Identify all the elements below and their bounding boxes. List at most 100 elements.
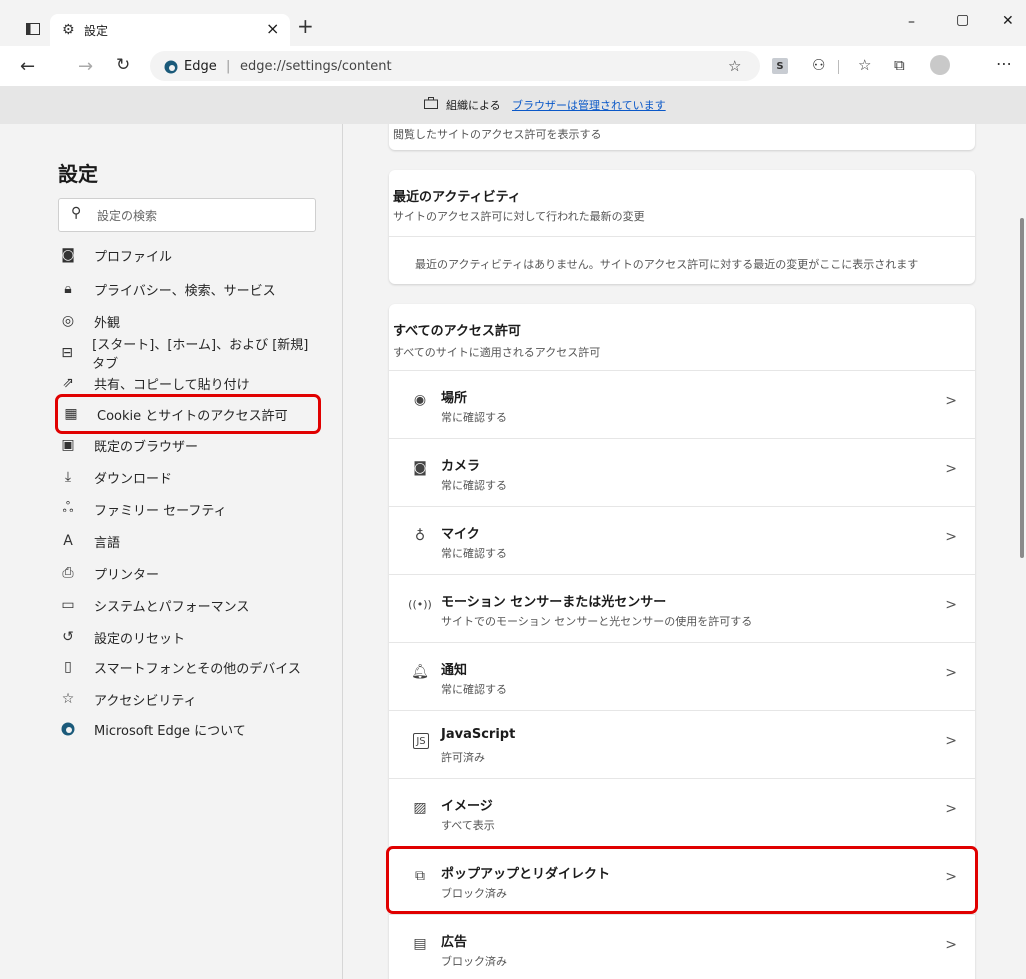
sidebar-item-downloads[interactable]: ⤓ ダウンロード (58, 462, 316, 492)
chevron-right-icon: > (945, 597, 957, 613)
permission-row-images[interactable]: ▨ イメージ すべて表示 > (389, 778, 975, 847)
search-input[interactable]: ⚲ 設定の検索 (58, 198, 316, 232)
sidebar-item-privacy[interactable]: 🔒︎ プライバシー、検索、サービス (58, 274, 316, 304)
scrollbar-thumb[interactable] (1020, 218, 1024, 558)
permission-row-javascript[interactable]: JS JavaScript 許可済み > (389, 710, 975, 779)
permission-title: 場所 (441, 391, 468, 406)
permission-status: 許可済み (441, 751, 485, 764)
tab-title: 設定 (84, 24, 109, 38)
sidebar-item-label: プライバシー、検索、サービス (94, 283, 276, 299)
sidebar-item-cookies[interactable]: ▦ Cookie とサイトのアクセス許可 (55, 394, 321, 434)
permission-title: 通知 (441, 663, 468, 678)
permission-status: 常に確認する (441, 547, 507, 560)
collections-icon[interactable]: ⧉ (894, 56, 905, 74)
address-divider: | (226, 59, 231, 74)
permission-row-motion-sensors[interactable]: ((•)) モーション センサーまたは光センサー サイトでのモーション センサー… (389, 574, 975, 643)
address-site-label: Edge (184, 59, 217, 74)
camera-icon: ◙ (413, 460, 427, 476)
sidebar-item-family[interactable]: ஃ ファミリー セーフティ (58, 494, 316, 524)
recent-activity-card: 最近のアクティビティ サイトのアクセス許可に対して行われた最新の変更 最近のアク… (389, 170, 975, 284)
permission-status: 常に確認する (441, 479, 507, 492)
sensor-icon: ((•)) (408, 597, 432, 611)
add-favorite-icon[interactable]: ☆ (728, 57, 741, 75)
all-permissions-title: すべてのアクセス許可 (393, 324, 521, 339)
permission-row-camera[interactable]: ◙ カメラ 常に確認する > (389, 438, 975, 507)
main-content: 閲覧したサイトのアクセス許可を表示する 最近のアクティビティ サイトのアクセス許… (343, 124, 1026, 979)
chevron-right-icon: > (945, 937, 957, 953)
image-icon: ▨ (413, 800, 427, 816)
sidebar-item-label: プロファイル (94, 249, 173, 265)
managed-banner: 組織による ブラウザーは管理されています (0, 86, 1026, 125)
permission-title: 広告 (441, 935, 468, 950)
chevron-right-icon: > (945, 393, 957, 409)
sidebar-item-label: アクセシビリティ (94, 693, 197, 709)
bell-icon: 🔔︎ (411, 664, 429, 680)
accessibility-icon: ☆ (61, 691, 75, 707)
reset-icon: ↺ (62, 629, 74, 645)
sidebar-item-label: 既定のブラウザー (94, 439, 199, 455)
chevron-right-icon: > (945, 461, 957, 477)
lock-icon: 🔒︎ (64, 281, 72, 297)
sidebar-item-accessibility[interactable]: ☆ アクセシビリティ (58, 684, 316, 714)
tab-settings[interactable]: ⚙ 設定 × (50, 14, 290, 46)
permission-row-ads[interactable]: ▤ 広告 ブロック済み > (389, 914, 975, 979)
chevron-right-icon: > (945, 801, 957, 817)
more-menu-icon[interactable]: ⋯ (996, 54, 1012, 73)
refresh-icon[interactable]: ↻ (116, 55, 130, 75)
new-tab-page-icon: ⊟ (61, 345, 73, 361)
managed-link[interactable]: ブラウザーは管理されています (512, 97, 666, 113)
sidebar-item-about[interactable]: Microsoft Edge について (58, 714, 316, 744)
edge-logo-icon (58, 719, 78, 739)
share-icon: ⇗ (62, 375, 74, 391)
back-arrow-icon[interactable]: ← (20, 56, 35, 77)
palette-icon: ◎ (61, 313, 75, 329)
permission-title: カメラ (441, 459, 481, 474)
sidebar-item-start-home[interactable]: ⊟ [スタート]、[ホーム]、および [新規] タブ (58, 338, 316, 372)
all-permissions-subtitle: すべてのサイトに適用されるアクセス許可 (393, 346, 601, 359)
permission-status: ブロック済み (441, 955, 507, 968)
recent-activity-title: 最近のアクティビティ (393, 190, 521, 205)
permission-status: 常に確認する (441, 411, 507, 424)
sidebar-item-languages[interactable]: A 言語 (58, 526, 316, 556)
extension-s-icon[interactable]: S (772, 58, 788, 74)
recent-activity-subtitle: サイトのアクセス許可に対して行われた最新の変更 (393, 210, 645, 223)
permission-row-location[interactable]: ◉ 場所 常に確認する > (389, 370, 975, 439)
extensions-icon[interactable]: ⚇ (812, 56, 825, 74)
sidebar-item-phone[interactable]: ▯ スマートフォンとその他のデバイス (58, 652, 316, 682)
site-permissions-card[interactable]: 閲覧したサイトのアクセス許可を表示する (389, 124, 975, 150)
new-tab-button[interactable]: + (297, 14, 314, 38)
chevron-right-icon: > (945, 665, 957, 681)
favorites-icon[interactable]: ☆ (858, 56, 871, 74)
default-browser-icon: ▣ (61, 437, 75, 453)
maximize-button[interactable]: ▢ (956, 12, 969, 28)
popup-row-highlight (386, 846, 978, 914)
profile-icon: ◙ (61, 247, 75, 263)
recent-activity-empty: 最近のアクティビティはありません。サイトのアクセス許可に対する最近の変更がここに… (415, 258, 919, 271)
sidebar-item-reset[interactable]: ↺ 設定のリセット (58, 622, 316, 652)
sidebar-item-profile[interactable]: ◙ プロファイル (58, 240, 316, 270)
permission-status: すべて表示 (441, 819, 495, 832)
tab-close-button[interactable]: × (266, 19, 279, 38)
sidebar-item-label: ダウンロード (94, 471, 173, 487)
chevron-right-icon: > (945, 529, 957, 545)
sidebar-item-label: [スタート]、[ホーム]、および [新規] タブ (92, 338, 309, 372)
permission-row-notifications[interactable]: 🔔︎ 通知 常に確認する > (389, 642, 975, 711)
profile-avatar[interactable] (930, 55, 950, 75)
forward-arrow-icon[interactable]: → (78, 56, 93, 77)
sidebar-item-printers[interactable]: ⎙ プリンター (58, 558, 316, 588)
sidebar-item-label: プリンター (94, 567, 160, 583)
permission-title: マイク (441, 527, 480, 542)
sidebar-item-system[interactable]: ▭ システムとパフォーマンス (58, 590, 316, 620)
sidebar-item-appearance[interactable]: ◎ 外観 (58, 306, 316, 336)
toolbar: ← → ↻ Edge | edge://settings/content ☆ S… (0, 46, 1026, 86)
minimize-button[interactable]: – (908, 14, 915, 30)
cookie-permissions-icon: ▦ (64, 406, 78, 422)
toolbar-divider (838, 60, 839, 74)
address-bar[interactable]: Edge | edge://settings/content ☆ (150, 51, 760, 81)
address-url: edge://settings/content (240, 59, 392, 74)
tab-actions-icon[interactable] (24, 20, 42, 38)
sidebar-item-default-browser[interactable]: ▣ 既定のブラウザー (58, 430, 316, 460)
permission-row-microphone[interactable]: ♁ マイク 常に確認する > (389, 506, 975, 575)
sidebar-item-label: 設定のリセット (94, 631, 186, 647)
close-window-button[interactable]: ✕ (1002, 13, 1014, 29)
